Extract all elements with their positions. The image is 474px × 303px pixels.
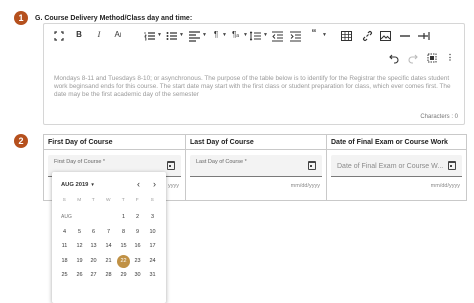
final-exam-column: Date of Final Exam or Course Work Date o…: [327, 135, 466, 200]
step-1-badge: 1: [14, 11, 28, 25]
line-height-icon[interactable]: [250, 30, 261, 42]
calendar-day[interactable]: 24: [146, 255, 159, 268]
outdent-icon[interactable]: [272, 30, 283, 42]
weekday-label: W: [105, 198, 111, 203]
calendar-day[interactable]: 30: [131, 269, 144, 282]
last-day-column: Last Day of Course Last Day of Course * …: [186, 135, 327, 200]
calendar-day[interactable]: 10: [146, 226, 159, 239]
month-abbr: AUG: [61, 214, 72, 220]
italic-icon[interactable]: I: [94, 29, 104, 41]
calendar-icon[interactable]: [448, 161, 456, 170]
redo-icon[interactable]: [408, 52, 418, 64]
last-day-label: Last Day of Course *: [196, 159, 247, 165]
calendar-day[interactable]: 9: [131, 226, 144, 239]
last-day-hint: mm/dd/yyyy: [290, 183, 320, 189]
editor-body[interactable]: Mondays 8-11 and Tuesdays 8-10; or async…: [54, 75, 456, 100]
align-caret-icon[interactable]: ▼: [202, 32, 207, 38]
calendar-day[interactable]: 2: [131, 211, 144, 224]
final-exam-placeholder: Date of Final Exam or Course W...: [337, 163, 444, 170]
calendar-day[interactable]: 28: [102, 269, 115, 282]
align-icon[interactable]: [189, 30, 200, 42]
rich-text-editor[interactable]: B I AI ▼ ▼ ▼ ¶ ▼ ¶a ▼ ▼ “ ▼ ⋮ Mondays 8-…: [43, 23, 465, 125]
quote-caret-icon[interactable]: ▼: [322, 32, 327, 38]
calendar-day[interactable]: 4: [58, 226, 71, 239]
indent-icon[interactable]: [290, 30, 301, 42]
calendar-day[interactable]: 21: [102, 255, 115, 268]
final-exam-field[interactable]: Date of Final Exam or Course W...: [331, 155, 462, 177]
table-icon[interactable]: [341, 30, 352, 42]
calendar-day[interactable]: 23: [131, 255, 144, 268]
link-icon[interactable]: [362, 30, 373, 42]
step-2-badge: 2: [14, 134, 28, 148]
calendar-day[interactable]: 3: [146, 211, 159, 224]
weekday-label: M: [77, 198, 82, 203]
next-month-icon[interactable]: ›: [153, 179, 156, 189]
calendar-day[interactable]: 29: [117, 269, 130, 282]
numbered-list-caret-icon[interactable]: ▼: [157, 32, 162, 38]
weekday-label: T: [121, 198, 125, 203]
calendar-day[interactable]: 18: [58, 255, 71, 268]
paragraph-caret-icon[interactable]: ▼: [222, 32, 227, 38]
first-day-header: First Day of Course: [44, 135, 185, 150]
line-height-caret-icon[interactable]: ▼: [263, 32, 268, 38]
more-icon[interactable]: ⋮: [446, 52, 454, 64]
final-exam-hint: mm/dd/yyyy: [430, 183, 460, 189]
bold-icon[interactable]: B: [74, 29, 84, 41]
calendar-day[interactable]: 1: [117, 211, 130, 224]
calendar-icon[interactable]: [308, 161, 316, 170]
image-icon[interactable]: [380, 30, 391, 42]
quote-icon[interactable]: “: [308, 28, 320, 40]
select-all-icon[interactable]: [427, 52, 437, 64]
prev-month-icon[interactable]: ‹: [137, 179, 140, 189]
weekday-label: F: [135, 198, 139, 203]
calendar-day[interactable]: 7: [102, 226, 115, 239]
expand-icon[interactable]: [54, 30, 64, 42]
weekday-label: S: [62, 198, 66, 203]
calendar-day[interactable]: 13: [87, 240, 100, 253]
calendar-day[interactable]: 27: [87, 269, 100, 282]
calendar-day[interactable]: 31: [146, 269, 159, 282]
date-picker-popup: AUG 2019 ▼ ‹ › SMTWTFS AUG 1 2 3 4 5 6 7 8 9 10 11 1…: [52, 172, 166, 303]
weekday-label: S: [150, 198, 154, 203]
bullet-list-caret-icon[interactable]: ▼: [179, 32, 184, 38]
calendar-day[interactable]: 8: [117, 226, 130, 239]
weekday-label: T: [91, 198, 95, 203]
font-size-icon[interactable]: AI: [112, 29, 124, 41]
calendar-day[interactable]: 14: [102, 240, 115, 253]
calendar-day[interactable]: 6: [87, 226, 100, 239]
horizontal-rule-icon[interactable]: [400, 30, 410, 42]
calendar-day[interactable]: 20: [87, 255, 100, 268]
last-day-header: Last Day of Course: [186, 135, 326, 150]
undo-icon[interactable]: [389, 52, 399, 64]
numbered-list-icon[interactable]: [144, 30, 155, 42]
calendar-day[interactable]: 12: [73, 240, 86, 253]
calendar-day[interactable]: 11: [58, 240, 71, 253]
chevron-down-icon: ▼: [90, 182, 95, 187]
calendar-day[interactable]: 25: [58, 269, 71, 282]
paragraph-format-icon[interactable]: ¶a: [230, 29, 241, 41]
bullet-list-icon[interactable]: [166, 30, 177, 42]
calendar-day[interactable]: 5: [73, 226, 86, 239]
first-day-label: First Day of Course *: [54, 159, 106, 165]
calendar-day-selected[interactable]: 22: [117, 254, 130, 268]
character-count: Characters : 0: [420, 114, 458, 120]
month-year-selector[interactable]: AUG 2019 ▼: [61, 182, 95, 188]
special-char-icon[interactable]: [418, 30, 430, 42]
first-day-hint: yyyy: [168, 183, 179, 189]
question-title: G. Course Delivery Method/Class day and …: [35, 15, 193, 22]
last-day-field[interactable]: Last Day of Course *: [190, 155, 322, 177]
calendar-icon[interactable]: [167, 161, 175, 170]
calendar-day[interactable]: 16: [131, 240, 144, 253]
calendar-day[interactable]: 17: [146, 240, 159, 253]
calendar-day[interactable]: 26: [73, 269, 86, 282]
calendar-day[interactable]: 15: [117, 240, 130, 253]
final-exam-header: Date of Final Exam or Course Work: [327, 135, 466, 150]
editor-toolbar: B I AI ▼ ▼ ▼ ¶ ▼ ¶a ▼ ▼ “ ▼ ⋮: [44, 24, 464, 66]
calendar-day[interactable]: 19: [73, 255, 86, 268]
paragraph-format-caret-icon[interactable]: ▼: [243, 32, 248, 38]
paragraph-icon[interactable]: ¶: [211, 29, 221, 41]
